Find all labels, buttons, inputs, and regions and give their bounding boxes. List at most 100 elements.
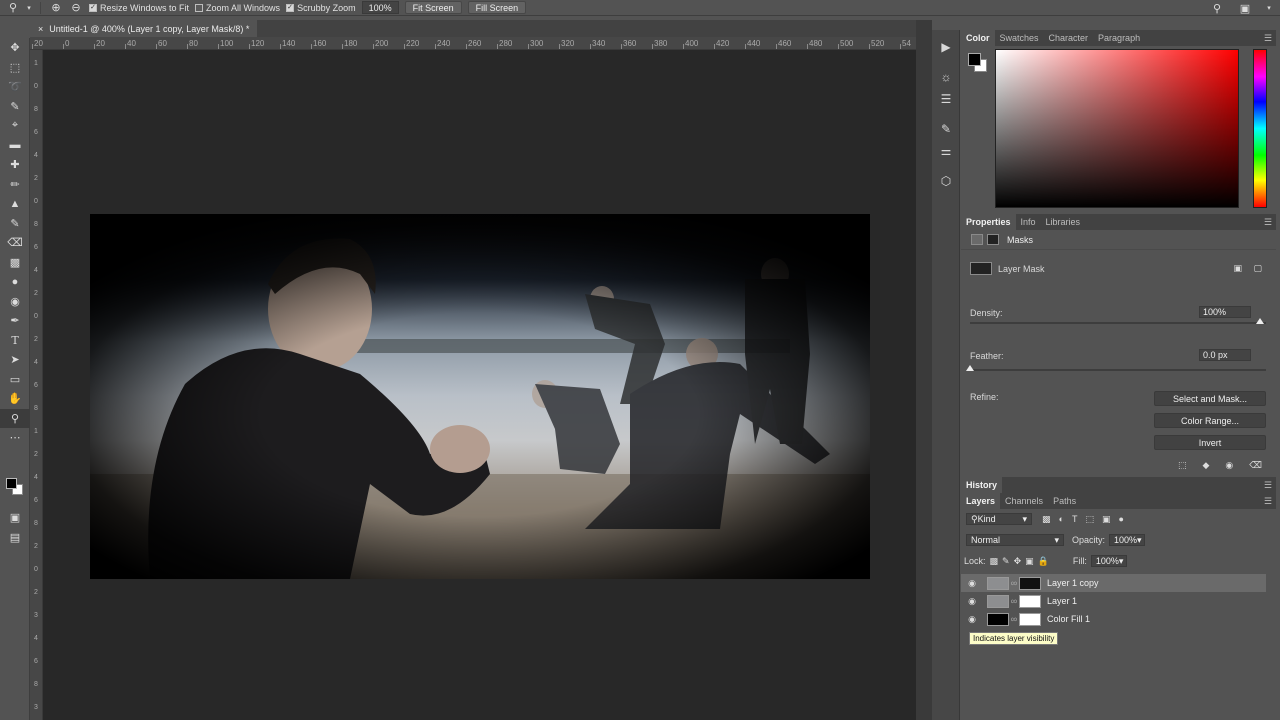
link-icon[interactable]: ∞ bbox=[1009, 614, 1019, 624]
shape-tool-icon[interactable]: ▭ bbox=[0, 370, 30, 390]
type-tool-icon[interactable]: T bbox=[0, 331, 30, 351]
apply-mask-icon[interactable]: ▣ bbox=[1233, 263, 1242, 274]
foreground-color-chip[interactable] bbox=[968, 53, 981, 66]
filter-shape-icon[interactable]: ⬚ bbox=[1085, 514, 1094, 525]
color-range-button[interactable]: Color Range... bbox=[1154, 413, 1266, 428]
zoom-all-checkbox[interactable]: Zoom All Windows bbox=[195, 3, 280, 13]
lock-position-icon[interactable]: ✥ bbox=[1014, 556, 1022, 567]
mask-thumbnail[interactable] bbox=[1019, 594, 1041, 608]
eye-icon[interactable]: ◉ bbox=[961, 596, 983, 607]
tab-swatches[interactable]: Swatches bbox=[995, 30, 1044, 46]
document-tab[interactable]: × Untitled-1 @ 400% (Layer 1 copy, Layer… bbox=[30, 20, 258, 37]
tab-layers[interactable]: Layers bbox=[961, 493, 1001, 509]
tab-properties[interactable]: Properties bbox=[961, 214, 1016, 230]
add-vector-mask-icon[interactable]: ▢ bbox=[1253, 263, 1262, 274]
trash-icon[interactable]: ⌫ bbox=[1249, 460, 1262, 471]
hue-slider[interactable] bbox=[1253, 49, 1267, 208]
quick-select-tool-icon[interactable]: ✎ bbox=[0, 97, 30, 117]
tab-info[interactable]: Info bbox=[1016, 214, 1041, 230]
lock-pixels-icon[interactable]: ✎ bbox=[1002, 556, 1010, 567]
density-field[interactable]: 100% bbox=[1199, 306, 1251, 318]
feather-field[interactable]: 0.0 px bbox=[1199, 349, 1251, 361]
close-tab-icon[interactable]: × bbox=[38, 24, 43, 34]
lock-all-icon[interactable]: 🔒 bbox=[1038, 556, 1049, 567]
fill-screen-button[interactable]: Fill Screen bbox=[467, 1, 527, 14]
tab-channels[interactable]: Channels bbox=[1000, 493, 1048, 509]
fit-screen-button[interactable]: Fit Screen bbox=[404, 1, 462, 14]
tab-paths[interactable]: Paths bbox=[1048, 493, 1081, 509]
panel-menu-icon[interactable]: ☰ bbox=[1264, 480, 1272, 491]
vector-mask-icon[interactable] bbox=[987, 234, 999, 245]
document-image[interactable] bbox=[90, 214, 870, 579]
layer-thumbnail[interactable] bbox=[987, 594, 1009, 608]
tab-paragraph[interactable]: Paragraph bbox=[1093, 30, 1145, 46]
screen-mode-icon[interactable]: ▤ bbox=[0, 528, 30, 548]
tab-libraries[interactable]: Libraries bbox=[1041, 214, 1086, 230]
search-icon[interactable]: ⚲ bbox=[1210, 1, 1224, 15]
crop-tool-icon[interactable]: ⌖ bbox=[0, 116, 30, 136]
dodge-tool-icon[interactable]: ◉ bbox=[0, 292, 30, 312]
panel-menu-icon[interactable]: ☰ bbox=[1264, 496, 1272, 507]
zoom-percent-field[interactable]: 100% bbox=[361, 1, 399, 14]
ruler-tool-icon[interactable]: ▬ bbox=[0, 136, 30, 156]
healing-brush-icon[interactable]: ✚ bbox=[0, 155, 30, 175]
filter-smart-icon[interactable]: ▣ bbox=[1102, 514, 1111, 525]
panel-menu-icon[interactable]: ☰ bbox=[1264, 33, 1272, 44]
path-select-icon[interactable]: ➤ bbox=[0, 350, 30, 370]
levels-icon[interactable]: ☰ bbox=[932, 88, 960, 110]
density-slider[interactable] bbox=[970, 318, 1266, 324]
tab-color[interactable]: Color bbox=[961, 30, 995, 46]
zoom-in-icon[interactable]: ⊕ bbox=[49, 1, 63, 15]
layer-thumbnail[interactable] bbox=[987, 576, 1009, 590]
brush-tool-icon[interactable]: ✏ bbox=[0, 175, 30, 195]
play-icon[interactable]: ▶ bbox=[932, 36, 960, 58]
tab-character[interactable]: Character bbox=[1044, 30, 1094, 46]
pen-tool-icon[interactable]: ✒ bbox=[0, 311, 30, 331]
blur-tool-icon[interactable]: ● bbox=[0, 272, 30, 292]
resize-windows-checkbox[interactable]: ✓ Resize Windows to Fit bbox=[89, 3, 189, 13]
filter-adjust-icon[interactable]: ◐ bbox=[1059, 514, 1064, 524]
move-tool-icon[interactable]: ✥ bbox=[0, 38, 30, 58]
eye-icon[interactable]: ◉ bbox=[961, 614, 983, 625]
filter-pixel-icon[interactable]: ▩ bbox=[1042, 514, 1051, 525]
blend-mode-dropdown[interactable]: Normal ▾ bbox=[966, 534, 1064, 546]
eraser-tool-icon[interactable]: ⌫ bbox=[0, 233, 30, 253]
filter-toggle-icon[interactable]: ● bbox=[1118, 514, 1123, 524]
workspace-icon[interactable]: ▣ bbox=[1238, 1, 1252, 15]
zoom-tool-icon[interactable]: ⚲ bbox=[0, 408, 30, 428]
lock-artboard-icon[interactable]: ▣ bbox=[1025, 556, 1034, 567]
layer-row[interactable]: ◉ ∞ Color Fill 1 bbox=[961, 610, 1266, 628]
mask-thumbnail[interactable] bbox=[1019, 576, 1041, 590]
kind-filter-dropdown[interactable]: ⚲ Kind ▾ bbox=[966, 513, 1032, 525]
hand-tool-icon[interactable]: ✋ bbox=[0, 389, 30, 409]
brush-settings-icon[interactable]: ✎ bbox=[932, 118, 960, 140]
eye-icon[interactable]: ◉ bbox=[961, 578, 983, 589]
marquee-tool-icon[interactable]: ⬚ bbox=[0, 58, 30, 78]
mask-thumbnail[interactable] bbox=[1019, 612, 1041, 626]
layer-thumbnail[interactable] bbox=[987, 612, 1009, 626]
layer-row[interactable]: ◉ ∞ Layer 1 bbox=[961, 592, 1266, 610]
scrubby-zoom-checkbox[interactable]: ✓ Scrubby Zoom bbox=[286, 3, 356, 13]
stamp-tool-icon[interactable]: ▲ bbox=[0, 194, 30, 214]
chevron-down-icon[interactable]: ▾ bbox=[26, 1, 32, 15]
density-slider-knob[interactable] bbox=[1256, 318, 1264, 324]
zoom-tool-icon[interactable]: ⚲ bbox=[6, 1, 20, 15]
lock-transparent-icon[interactable]: ▩ bbox=[990, 556, 999, 567]
cube-3d-icon[interactable]: ⬡ bbox=[932, 170, 960, 192]
brightness-icon[interactable]: ☼ bbox=[932, 66, 960, 88]
history-brush-icon[interactable]: ✎ bbox=[0, 214, 30, 234]
layer-row[interactable]: ◉ ∞ Layer 1 copy bbox=[961, 574, 1266, 592]
tab-history[interactable]: History bbox=[961, 477, 1003, 493]
panel-menu-icon[interactable]: ☰ bbox=[1264, 217, 1272, 228]
link-icon[interactable]: ∞ bbox=[1009, 596, 1019, 606]
lasso-tool-icon[interactable]: ➰ bbox=[0, 77, 30, 97]
gradient-tool-icon[interactable]: ▩ bbox=[0, 253, 30, 273]
feather-slider[interactable] bbox=[966, 365, 1266, 371]
canvas-area[interactable] bbox=[43, 50, 916, 720]
load-selection-icon[interactable]: ⬚ bbox=[1178, 460, 1187, 471]
color-picker-field[interactable] bbox=[995, 49, 1239, 208]
invert-button[interactable]: Invert bbox=[1154, 435, 1266, 450]
opacity-field[interactable]: 100% ▾ bbox=[1109, 534, 1146, 546]
chevron-down-icon[interactable]: ▾ bbox=[1266, 1, 1272, 15]
foreground-color-swatch[interactable] bbox=[6, 478, 17, 489]
